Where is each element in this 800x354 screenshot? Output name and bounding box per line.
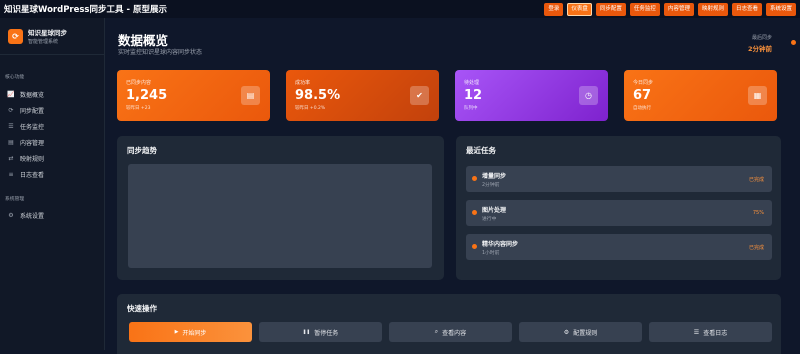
pause-icon: ❚❚ [302,329,311,335]
task-meta: 2分钟前 [482,183,500,188]
last-sync: 最后同步 2分钟前 [748,34,772,53]
tasks-icon: ☰ [8,122,14,130]
trend-title: 同步趋势 [127,146,157,155]
stat-card-synced: 已同步内容 1,245 较昨日 +23 ▤ [117,70,270,121]
stat-note: 队列中 [464,106,478,111]
sidebar-item-label: 内容管理 [20,139,45,147]
top-nav: 登录 仪表盘 同步配置 任务监控 内容管理 映射规则 日志查看 系统设置 [544,2,796,16]
topnav-dashboard-button[interactable]: 仪表盘 [567,2,592,16]
page-subtitle: 实时监控知识星球内容同步状态 [118,49,203,56]
stat-label: 已同步内容 [126,80,152,86]
stat-card-pending: 待处理 12 队列中 ◷ [455,70,608,121]
sidebar-item-label: 系统设置 [20,212,45,220]
play-icon: ▶ [174,329,179,335]
app-title: 知识星球WordPress同步工具 - 原型展示 [4,5,167,15]
sidebar: ⟳ 知识星球同步 智能管理系统 核心功能 📈 数据概览 ⟳ 同步配置 ☰ 任务监… [0,18,105,350]
trend-panel: 同步趋势 [117,136,444,280]
stat-card-success-rate: 成功率 98.5% 较昨日 +0.2% ✔ [286,70,439,121]
stat-note: 较昨日 +23 [126,106,151,111]
task-status: 已完成 [748,245,764,251]
topnav-settings-button[interactable]: 系统设置 [765,2,796,16]
config-rules-button[interactable]: ⚙ 配置规则 [519,322,642,342]
sidebar-item-content[interactable]: ▤ 内容管理 [0,134,104,150]
main-content: 数据概览 实时监控知识星球内容同步状态 最后同步 2分钟前 已同步内容 1,24… [105,18,800,354]
topnav-content-button[interactable]: 内容管理 [663,2,694,16]
nav-section-system: 系统管理 [5,197,25,202]
sidebar-item-label: 同步配置 [20,107,45,115]
task-status-dot [472,176,477,181]
task-meta: 1小时前 [482,251,500,256]
sidebar-item-settings[interactable]: ⚙ 系统设置 [0,207,104,223]
stat-label: 今日同步 [633,80,654,86]
check-circle-icon: ✔ [410,86,429,105]
stat-note: 自动执行 [633,106,651,111]
topnav-sync-config-button[interactable]: 同步配置 [595,2,626,16]
chart-line-icon: 📈 [7,90,15,98]
action-label: 配置规则 [573,329,598,337]
gear-icon: ⚙ [563,328,570,336]
task-status-dot [472,244,477,249]
view-logs-button[interactable]: ☰ 查看日志 [649,322,772,342]
top-bar: 知识星球WordPress同步工具 - 原型展示 登录 仪表盘 同步配置 任务监… [0,0,800,18]
nav-section-core: 核心功能 [5,75,25,80]
sidebar-item-sync-config[interactable]: ⟳ 同步配置 [0,102,104,118]
recent-tasks-panel: 最近任务 增量同步 2分钟前 已完成 图片处理 进行中 75% 精华内容同步 1… [456,136,781,280]
sidebar-item-overview[interactable]: 📈 数据概览 [0,86,104,102]
sidebar-item-label: 数据概览 [20,91,45,99]
calendar-icon: ▦ [748,86,767,105]
task-item[interactable]: 增量同步 2分钟前 已完成 [466,166,772,192]
document-icon: ▤ [241,86,260,105]
search-icon: ⌕ [434,328,439,335]
sync-status-dot [791,40,796,45]
task-status-dot [472,210,477,215]
sync-icon: ⟳ [8,106,14,114]
file-icon: ▤ [8,138,14,146]
topnav-logs-button[interactable]: 日志查看 [731,2,762,16]
quick-actions-title: 快速操作 [127,304,157,313]
stat-label: 成功率 [295,80,311,86]
exchange-icon: ⇄ [8,154,14,162]
stat-label: 待处理 [464,80,480,86]
action-label: 查看内容 [442,329,467,337]
task-item[interactable]: 精华内容同步 1小时前 已完成 [466,234,772,260]
last-sync-label: 最后同步 [751,35,772,41]
sidebar-item-label: 日志查看 [20,171,45,179]
clock-icon: ◷ [579,86,598,105]
view-content-button[interactable]: ⌕ 查看内容 [389,322,512,342]
sidebar-item-task-monitor[interactable]: ☰ 任务监控 [0,118,104,134]
gear-icon: ⚙ [8,211,14,219]
stat-note: 较昨日 +0.2% [295,106,326,111]
brand-subtitle: 智能管理系统 [28,39,59,45]
brand: ⟳ 知识星球同步 智能管理系统 [0,18,104,55]
trend-chart-placeholder [128,164,432,268]
task-status: 75% [752,210,764,216]
sidebar-item-label: 映射规则 [20,155,45,163]
sidebar-item-mapping[interactable]: ⇄ 映射规则 [0,150,104,166]
task-name: 增量同步 [482,173,507,180]
list-icon: ☰ [693,328,700,336]
topnav-login-button[interactable]: 登录 [544,2,564,16]
sidebar-item-logs[interactable]: ≡ 日志查看 [0,166,104,182]
task-name: 图片处理 [482,207,507,214]
last-sync-value: 2分钟前 [747,45,772,53]
recent-tasks-title: 最近任务 [466,146,496,155]
action-label: 开始同步 [182,329,207,337]
pause-task-button[interactable]: ❚❚ 暂停任务 [259,322,382,342]
task-meta: 进行中 [482,217,497,222]
start-sync-button[interactable]: ▶ 开始同步 [129,322,252,342]
topnav-mapping-button[interactable]: 映射规则 [697,2,728,16]
task-name: 精华内容同步 [482,241,519,248]
stat-card-today: 今日同步 67 自动执行 ▦ [624,70,777,121]
task-item[interactable]: 图片处理 进行中 75% [466,200,772,226]
action-label: 查看日志 [703,329,728,337]
action-label: 暂停任务 [314,329,339,337]
sidebar-item-label: 任务监控 [20,123,45,131]
sync-logo-icon: ⟳ [8,28,23,44]
topnav-task-monitor-button[interactable]: 任务监控 [629,2,660,16]
brand-name: 知识星球同步 [28,29,67,37]
task-status: 已完成 [748,177,764,183]
list-icon: ≡ [8,170,14,178]
